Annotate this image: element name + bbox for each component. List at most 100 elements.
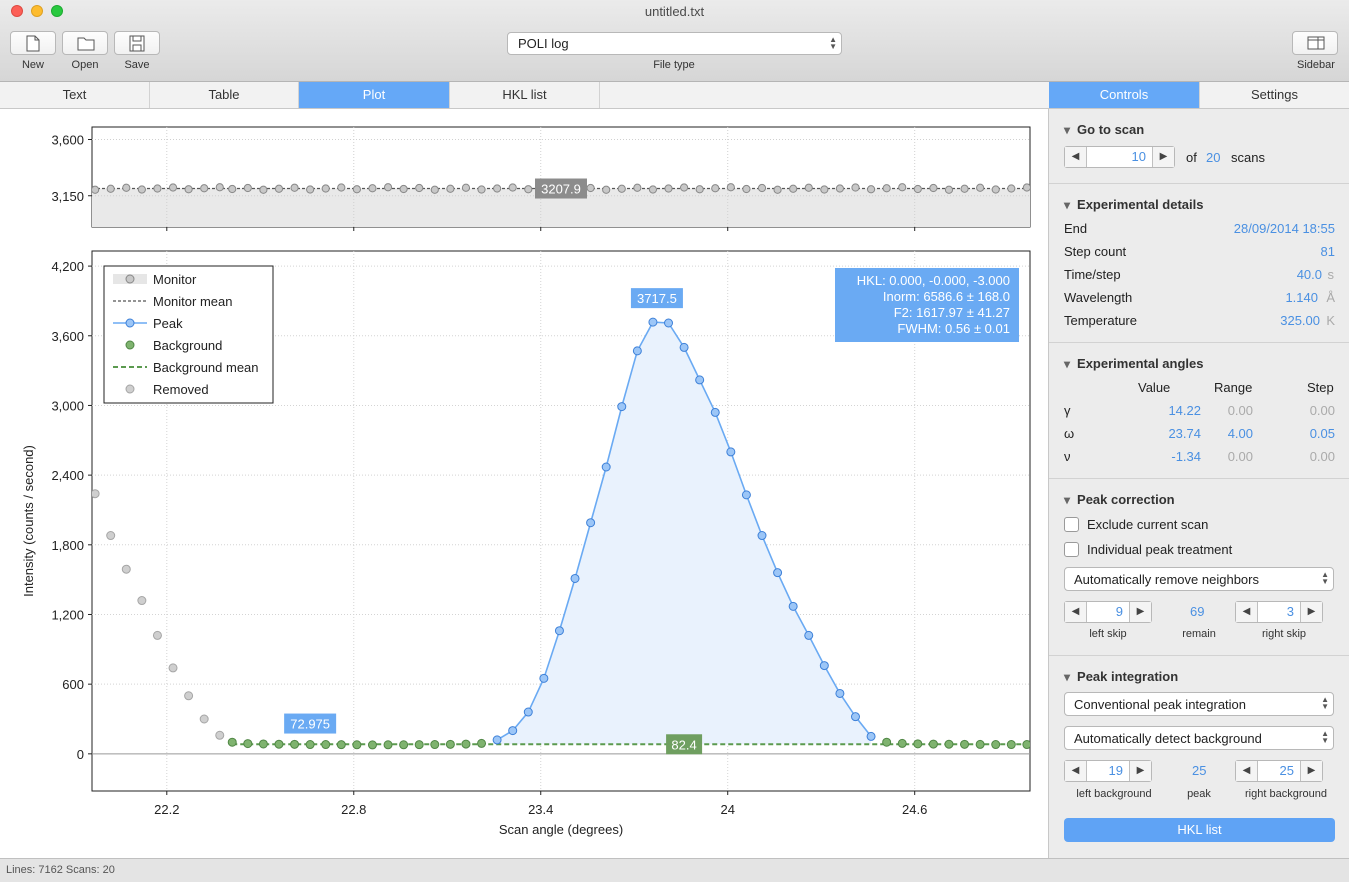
right-background-value[interactable]: 25	[1280, 763, 1294, 778]
left-background-stepper[interactable]: ◀ 19 ▶	[1064, 760, 1152, 782]
tab-text[interactable]: Text	[0, 82, 150, 108]
hkl-list-button[interactable]: HKL list	[1064, 818, 1335, 842]
legend-removed-marker	[125, 384, 135, 394]
experimental-details-title[interactable]: Experimental details	[1064, 197, 1203, 212]
monitor-point	[243, 183, 252, 193]
open-button[interactable]	[62, 31, 108, 55]
increment-arrow-icon[interactable]: ▶	[1300, 761, 1322, 781]
scan-stepper[interactable]: ◀ 10 ▶	[1064, 146, 1175, 168]
individual-peak-checkbox[interactable]	[1064, 542, 1079, 557]
exclude-scan-checkbox[interactable]	[1064, 517, 1079, 532]
updown-chevron-icon: ▲ ▼	[1321, 695, 1329, 711]
neighbor-mode-select[interactable]: Automatically remove neighbors ▲ ▼	[1064, 567, 1334, 591]
background-point	[1022, 740, 1030, 750]
background-point	[383, 740, 393, 750]
tab-settings[interactable]: Settings	[1200, 82, 1349, 108]
experimental-angles-title[interactable]: Experimental angles	[1064, 356, 1203, 371]
monitor-point	[602, 185, 611, 194]
background-point	[1038, 741, 1046, 749]
monitor-point	[200, 184, 209, 193]
peak-point	[664, 318, 674, 328]
increment-arrow-icon[interactable]: ▶	[1129, 602, 1151, 622]
updown-chevron-icon: ▲ ▼	[829, 35, 837, 51]
background-point	[897, 738, 907, 748]
monitor-point	[524, 185, 533, 194]
file-type-select[interactable]: POLI log ▲ ▼	[507, 32, 842, 55]
peak-point	[819, 661, 829, 671]
new-label: New	[21, 59, 44, 71]
peak-integration-title[interactable]: Peak integration	[1064, 669, 1178, 684]
increment-arrow-icon[interactable]: ▶	[1129, 761, 1151, 781]
monitor-point	[274, 184, 284, 193]
background-mode-value: Automatically detect background	[1074, 731, 1262, 746]
monitor-point	[960, 184, 969, 193]
background-left-label: 72.975	[290, 717, 330, 732]
removed-point	[215, 730, 225, 740]
sidebar-toggle-button[interactable]	[1292, 31, 1338, 55]
peak-correction-title[interactable]: Peak correction	[1064, 492, 1175, 507]
peak-max-label: 3717.5	[637, 291, 677, 306]
monitor-point	[944, 185, 954, 194]
increment-arrow-icon[interactable]: ▶	[1300, 602, 1322, 622]
monitor-point	[633, 183, 642, 192]
angle-name: ν	[1064, 449, 1071, 464]
angles-header-step: Step	[1307, 380, 1334, 395]
individual-peak-label[interactable]: Individual peak treatment	[1087, 542, 1232, 557]
removed-point	[92, 489, 100, 499]
peak-info-line: Inorm: 6586.6 ± 168.0	[883, 289, 1010, 304]
background-mode-select[interactable]: Automatically detect background ▲ ▼	[1064, 726, 1334, 750]
removed-point	[152, 630, 162, 640]
updown-chevron-icon: ▲ ▼	[1321, 729, 1329, 745]
end-label: End	[1064, 221, 1088, 236]
exclude-scan-label[interactable]: Exclude current scan	[1087, 517, 1208, 532]
decrement-arrow-icon[interactable]: ◀	[1236, 761, 1258, 781]
file-type-value: POLI log	[518, 36, 569, 51]
scan-plot[interactable]: 3,150 3,600 3207.9 0 600 1,200 1,800 2,400 3,000…	[0, 109, 1114, 858]
go-to-scan-title[interactable]: Go to scan	[1064, 122, 1144, 137]
save-button[interactable]	[114, 31, 160, 55]
legend-monitor-marker	[125, 274, 135, 284]
background-point	[258, 739, 268, 749]
peak-label: peak	[1187, 788, 1211, 800]
background-point	[960, 739, 970, 749]
right-skip-value[interactable]: 3	[1287, 604, 1294, 619]
monitor-mean-label: 3207.9	[541, 182, 581, 197]
right-background-stepper[interactable]: ◀ 25 ▶	[1235, 760, 1323, 782]
monitor-point	[976, 183, 985, 192]
peak-point	[586, 518, 596, 528]
peak-point	[695, 375, 705, 385]
tab-plot[interactable]: Plot	[299, 82, 450, 108]
previous-scan-arrow-icon[interactable]: ◀	[1065, 147, 1087, 167]
peak-info-line: HKL: 0.000, -0.000, -3.000	[857, 273, 1010, 288]
y-tick-label: 1,800	[51, 538, 84, 553]
decrement-arrow-icon[interactable]: ◀	[1065, 761, 1087, 781]
background-point	[928, 739, 938, 749]
scan-number[interactable]: 10	[1132, 149, 1146, 164]
left-skip-stepper[interactable]: ◀ 9 ▶	[1064, 601, 1152, 623]
angle-step: 0.00	[1309, 449, 1335, 464]
integration-method-select[interactable]: Conventional peak integration ▲ ▼	[1064, 692, 1334, 716]
x-tick-label: 22.8	[341, 802, 366, 817]
angle-name: γ	[1064, 403, 1071, 418]
plot-area: 3,150 3,600 3207.9 0 600 1,200 1,800 2,400 3,000…	[0, 109, 1114, 858]
x-tick-label: 24.6	[902, 802, 927, 817]
removed-point	[106, 531, 116, 541]
peak-point	[632, 346, 642, 356]
decrement-arrow-icon[interactable]: ◀	[1065, 602, 1087, 622]
tab-controls[interactable]: Controls	[1049, 82, 1200, 108]
removed-point	[184, 691, 194, 701]
decrement-arrow-icon[interactable]: ◀	[1236, 602, 1258, 622]
left-skip-value[interactable]: 9	[1116, 604, 1123, 619]
background-point	[1006, 740, 1016, 750]
tab-table[interactable]: Table	[150, 82, 299, 108]
new-button[interactable]	[10, 31, 56, 55]
legend-peak-marker	[125, 318, 135, 328]
status-bar: Lines: 7162 Scans: 20	[0, 858, 1349, 882]
tab-hkl-list[interactable]: HKL list	[450, 82, 600, 108]
right-skip-stepper[interactable]: ◀ 3 ▶	[1235, 601, 1323, 623]
monitor-point	[352, 185, 361, 194]
next-scan-arrow-icon[interactable]: ▶	[1152, 147, 1174, 167]
integration-method-value: Conventional peak integration	[1074, 697, 1247, 712]
background-point	[336, 740, 346, 750]
left-background-value[interactable]: 19	[1109, 763, 1123, 778]
